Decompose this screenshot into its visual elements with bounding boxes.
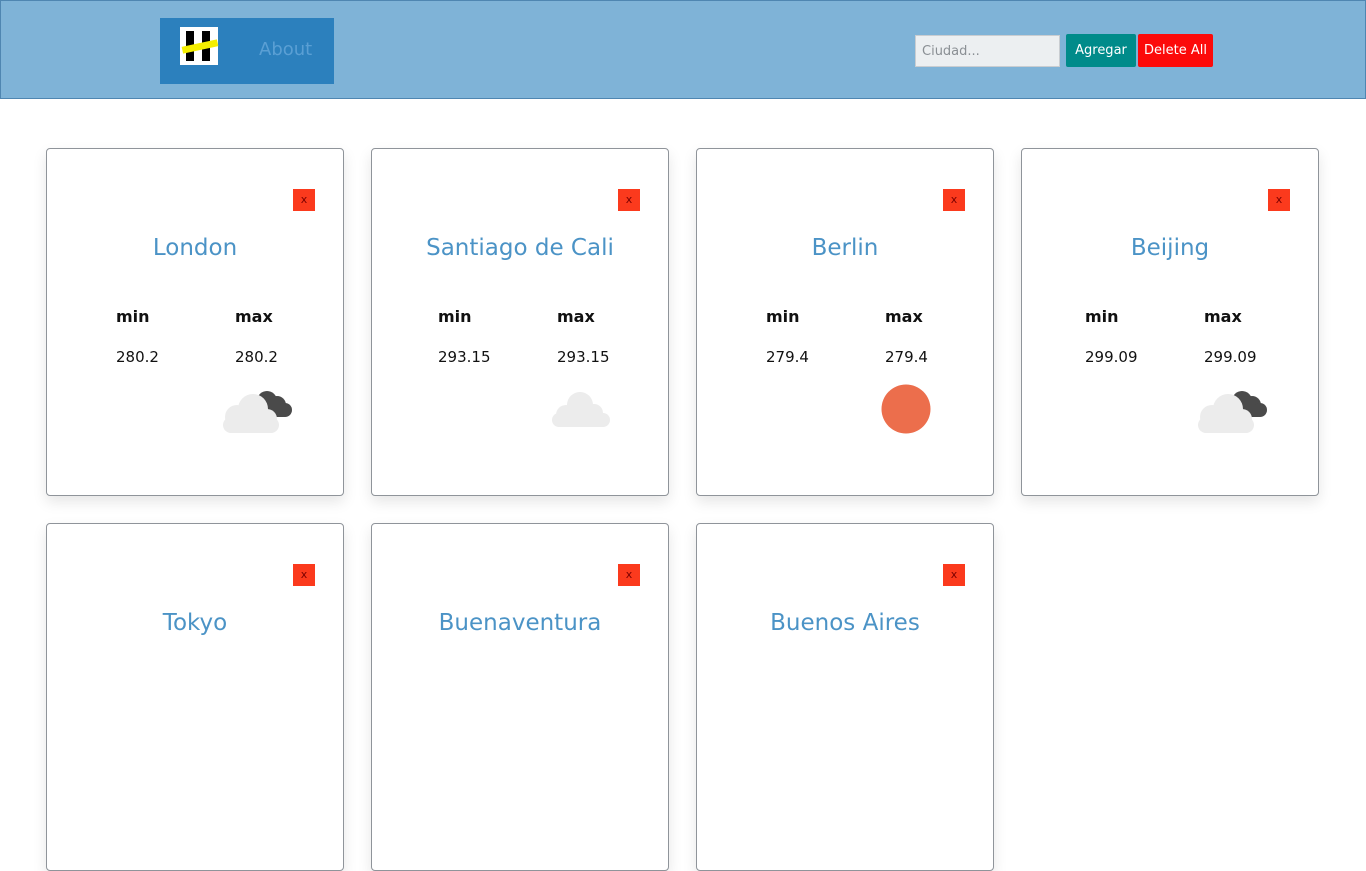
city-name[interactable]: Santiago de Cali [372, 235, 668, 261]
min-label: min [766, 307, 800, 326]
min-value: 299.09 [1085, 348, 1138, 366]
close-card-button[interactable]: x [943, 564, 965, 586]
min-value: 293.15 [438, 348, 491, 366]
city-name[interactable]: Beijing [1022, 235, 1318, 261]
max-value: 293.15 [557, 348, 610, 366]
close-card-button[interactable]: x [618, 564, 640, 586]
city-card: x Tokyo [46, 523, 344, 871]
about-link[interactable]: About [259, 39, 312, 60]
min-label: min [116, 307, 150, 326]
cloud-dark-icon [1198, 391, 1267, 433]
city-name[interactable]: Buenos Aires [697, 610, 993, 636]
close-card-button[interactable]: x [293, 564, 315, 586]
delete-all-button[interactable]: Delete All [1138, 34, 1213, 67]
city-card: x London min max 280.2 280.2 [46, 148, 344, 496]
min-label: min [1085, 307, 1119, 326]
navbar: About Agregar Delete All [0, 0, 1366, 99]
max-value: 299.09 [1204, 348, 1257, 366]
city-card: x Buenaventura [371, 523, 669, 871]
min-value: 280.2 [116, 348, 159, 366]
city-name[interactable]: London [47, 235, 343, 261]
add-city-button[interactable]: Agregar [1066, 34, 1136, 67]
close-card-button[interactable]: x [618, 189, 640, 211]
city-search-input[interactable] [915, 35, 1060, 67]
city-card: x Beijing min max 299.09 299.09 [1021, 148, 1319, 496]
city-name[interactable]: Berlin [697, 235, 993, 261]
city-card: x Berlin min max 279.4 279.4 [696, 148, 994, 496]
close-card-button[interactable]: x [943, 189, 965, 211]
close-card-button[interactable]: x [293, 189, 315, 211]
brand-box: About [160, 18, 334, 84]
sun-icon [881, 384, 931, 434]
max-value: 280.2 [235, 348, 278, 366]
max-label: max [557, 307, 595, 326]
max-value: 279.4 [885, 348, 928, 366]
cloud-dark-icon [223, 391, 292, 433]
city-name[interactable]: Buenaventura [372, 610, 668, 636]
city-card: x Buenos Aires [696, 523, 994, 871]
min-label: min [438, 307, 472, 326]
close-card-button[interactable]: x [1268, 189, 1290, 211]
logo-icon[interactable] [180, 27, 219, 65]
cloud-icon [552, 392, 610, 427]
min-value: 279.4 [766, 348, 809, 366]
city-name[interactable]: Tokyo [47, 610, 343, 636]
max-label: max [885, 307, 923, 326]
max-label: max [235, 307, 273, 326]
max-label: max [1204, 307, 1242, 326]
city-card: x Santiago de Cali min max 293.15 293.15 [371, 148, 669, 496]
